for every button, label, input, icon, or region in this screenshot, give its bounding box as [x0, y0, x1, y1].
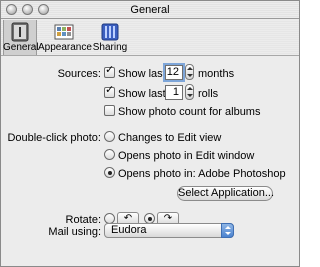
radio-selected-dot	[148, 217, 152, 221]
mail-using-value: Eudora	[111, 224, 147, 236]
general-prefs-icon	[11, 22, 29, 42]
opens-in-edit-window-radio[interactable]	[104, 149, 115, 160]
show-last-months-prefix: Show last	[118, 68, 166, 80]
rolls-stepper[interactable]	[185, 84, 194, 100]
stepper-down-icon	[187, 74, 193, 77]
months-unit: months	[198, 68, 235, 80]
changes-to-edit-view-radio[interactable]	[104, 131, 115, 142]
window-title: General	[130, 4, 170, 16]
tab-general[interactable]: General	[3, 20, 39, 55]
popup-arrows-icon	[221, 223, 234, 238]
select-application-button[interactable]: Select Application...	[177, 186, 274, 201]
months-field[interactable]: 12	[165, 65, 183, 80]
tab-sharing-label: Sharing	[92, 42, 128, 53]
tab-sharing[interactable]: Sharing	[91, 20, 129, 55]
mail-using-popup[interactable]: Eudora	[104, 223, 234, 238]
show-last-months-checkbox[interactable]: ✓	[104, 64, 115, 78]
mail-using-label: Mail using:	[48, 226, 101, 238]
preferences-toolbar: General Appearance Sharing	[1, 20, 299, 56]
double-click-label: Double-click photo:	[7, 132, 101, 144]
title-bar[interactable]: General	[1, 1, 299, 19]
stepper-up-icon	[187, 87, 193, 90]
tab-appearance[interactable]: Appearance	[38, 20, 92, 55]
sharing-icon	[101, 23, 119, 41]
show-photo-count-checkbox[interactable]	[104, 105, 115, 116]
sources-label: Sources:	[57, 68, 101, 80]
opens-in-app-radio[interactable]	[104, 167, 115, 178]
changes-to-edit-view-label: Changes to Edit view	[118, 132, 222, 144]
rolls-unit: rolls	[198, 88, 219, 100]
opens-in-edit-window-label: Opens photo in Edit window	[118, 150, 255, 162]
tab-general-label: General	[3, 42, 39, 53]
months-stepper[interactable]	[185, 64, 194, 80]
tab-appearance-label: Appearance	[38, 42, 92, 53]
show-last-rolls-prefix: Show last	[118, 88, 166, 100]
show-photo-count-label: Show photo count for albums	[118, 106, 261, 118]
checkmark-icon: ✓	[105, 64, 115, 76]
opens-in-app-label: Opens photo in: Adobe Photoshop	[118, 168, 286, 180]
checkmark-icon: ✓	[105, 84, 115, 96]
preferences-window: General General Appearance Sharing Sourc…	[0, 0, 300, 267]
rotate-label: Rotate:	[65, 214, 101, 226]
show-last-rolls-checkbox[interactable]: ✓	[104, 84, 115, 98]
stepper-down-icon	[187, 94, 193, 97]
stepper-up-icon	[187, 67, 193, 70]
rolls-field[interactable]: 1	[165, 85, 183, 100]
appearance-icon	[54, 24, 74, 40]
radio-selected-dot	[108, 171, 112, 175]
general-pane: Sources: ✓ Show last 12 months ✓ Show la…	[1, 57, 299, 266]
